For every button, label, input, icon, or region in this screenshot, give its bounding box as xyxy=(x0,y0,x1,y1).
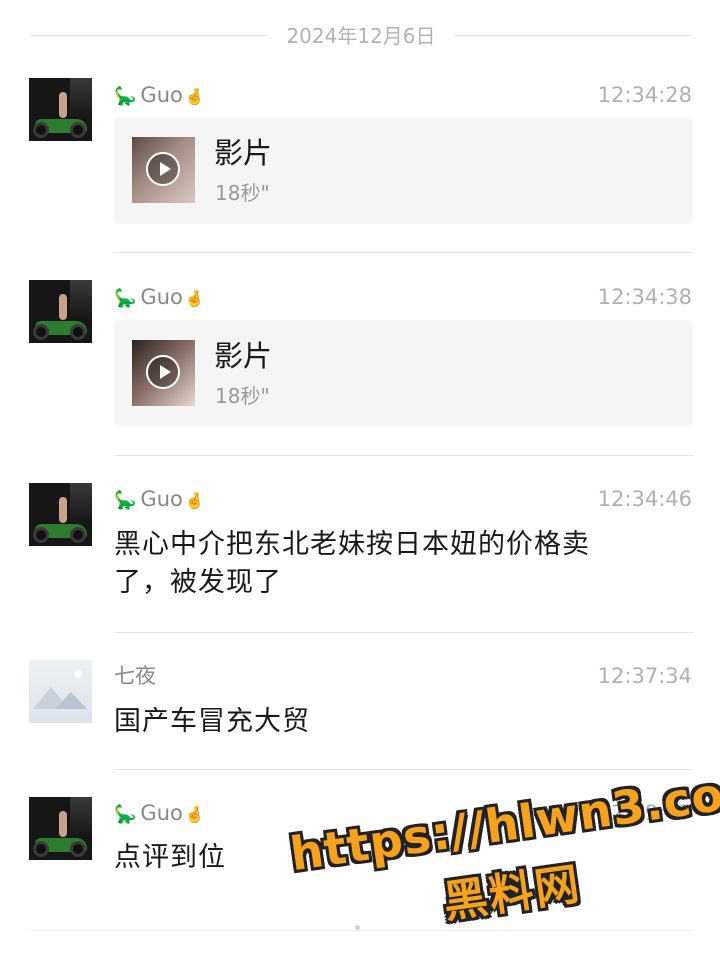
message-text-line: 了，被发现了 xyxy=(114,567,282,598)
dinosaur-icon: 🦕 xyxy=(114,490,137,511)
play-icon[interactable] xyxy=(146,355,180,389)
sender-name[interactable]: 🦕 Guo 🤞 xyxy=(114,80,205,112)
crossed-fingers-icon: 🤞 xyxy=(184,805,205,824)
sender-name[interactable]: 🦕 Guo 🤞 xyxy=(114,798,205,830)
message-text-line: 黑心中介把东北老妹按日本妞的价格卖 xyxy=(114,529,590,560)
video-card[interactable]: 影片 18秒" xyxy=(114,320,693,427)
watermark: https://hlwn3.com 黑料网 xyxy=(283,742,720,949)
avatar[interactable] xyxy=(29,483,92,546)
avatar[interactable] xyxy=(29,660,92,723)
avatar[interactable] xyxy=(29,280,92,343)
crossed-fingers-icon: 🤞 xyxy=(184,491,205,510)
sender-name[interactable]: 七夜 xyxy=(114,661,156,691)
date-separator: 2024年12月6日 xyxy=(30,22,692,50)
sender-name[interactable]: 🦕 Guo 🤞 xyxy=(114,484,205,516)
message-time: 12:37:34 xyxy=(597,664,692,688)
message-text: 国产车冒充大贸 xyxy=(114,706,310,737)
video-thumbnail[interactable] xyxy=(132,340,195,406)
video-title: 影片 xyxy=(214,136,273,170)
video-duration: 18秒" xyxy=(215,384,270,408)
date-label: 2024年12月6日 xyxy=(286,24,436,48)
message-divider xyxy=(114,252,693,253)
video-thumbnail[interactable] xyxy=(132,137,195,203)
dinosaur-icon: 🦕 xyxy=(114,804,137,825)
video-duration: 18秒" xyxy=(215,181,270,205)
message-divider xyxy=(114,455,693,456)
watermark-name: 黑料网 xyxy=(440,858,585,929)
play-icon[interactable] xyxy=(146,152,180,186)
dinosaur-icon: 🦕 xyxy=(114,288,137,309)
message-time: 12:34:38 xyxy=(597,285,692,309)
video-title: 影片 xyxy=(214,339,273,373)
avatar[interactable] xyxy=(29,78,92,141)
video-card[interactable]: 影片 18秒" xyxy=(114,117,693,224)
separator-line-right xyxy=(454,35,692,36)
crossed-fingers-icon: 🤞 xyxy=(184,87,205,106)
message-time: 12:34:28 xyxy=(597,83,692,107)
crossed-fingers-icon: 🤞 xyxy=(184,289,205,308)
message-divider xyxy=(114,632,693,633)
sender-name[interactable]: 🦕 Guo 🤞 xyxy=(114,282,205,314)
message-time: 12:34:46 xyxy=(597,487,692,511)
message-text: 黑心中介把东北老妹按日本妞的价格卖 了，被发现了 xyxy=(114,526,674,602)
dinosaur-icon: 🦕 xyxy=(114,86,137,107)
avatar[interactable] xyxy=(29,797,92,860)
